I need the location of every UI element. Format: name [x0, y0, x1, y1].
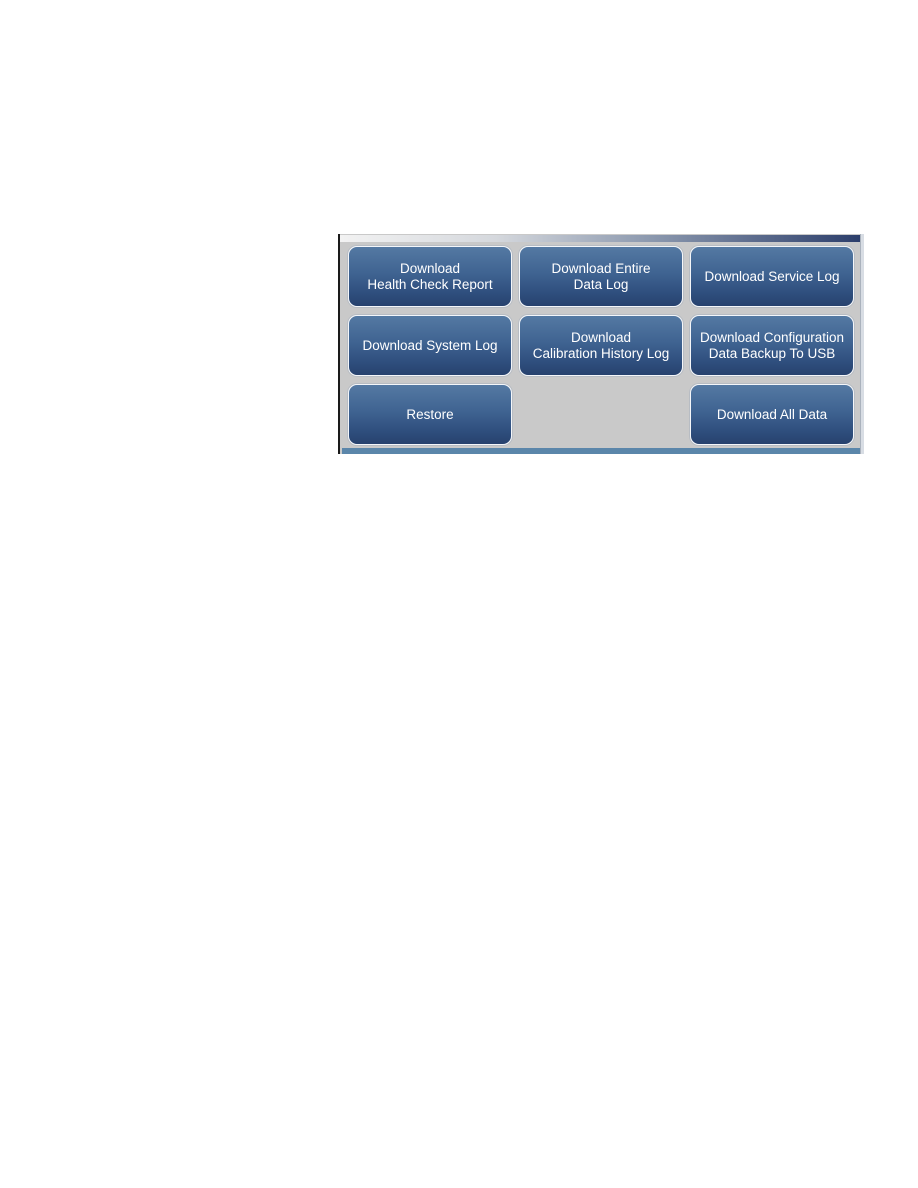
download-entire-data-log-button[interactable]: Download Entire Data Log — [519, 246, 683, 307]
download-system-log-button[interactable]: Download System Log — [348, 315, 512, 376]
button-label-line: Download — [399, 260, 461, 276]
button-label-line: Download — [570, 329, 632, 345]
button-label-line: Download Service Log — [704, 268, 840, 284]
device-screen-panel: Download Health Check Report Download En… — [338, 234, 864, 454]
button-label-line: Download Configuration — [699, 329, 845, 345]
button-label-line: Download Entire — [551, 260, 651, 276]
button-label-line: Health Check Report — [367, 276, 493, 292]
restore-button[interactable]: Restore — [348, 384, 512, 445]
download-calibration-history-log-button[interactable]: Download Calibration History Log — [519, 315, 683, 376]
button-label-line: Data Log — [573, 276, 629, 292]
button-label-line: Calibration History Log — [532, 345, 670, 361]
button-label-line: Restore — [406, 406, 454, 422]
empty-slot — [519, 384, 683, 445]
download-all-data-button[interactable]: Download All Data — [690, 384, 854, 445]
download-health-check-report-button[interactable]: Download Health Check Report — [348, 246, 512, 307]
download-service-log-button[interactable]: Download Service Log — [690, 246, 854, 307]
button-label-line: Download System Log — [362, 337, 498, 353]
button-label-line: Download All Data — [716, 406, 828, 422]
title-bar — [340, 235, 860, 242]
button-grid: Download Health Check Report Download En… — [348, 246, 854, 445]
button-label-line: Data Backup To USB — [708, 345, 836, 361]
bottom-bar — [342, 448, 860, 454]
download-configuration-data-backup-button[interactable]: Download Configuration Data Backup To US… — [690, 315, 854, 376]
